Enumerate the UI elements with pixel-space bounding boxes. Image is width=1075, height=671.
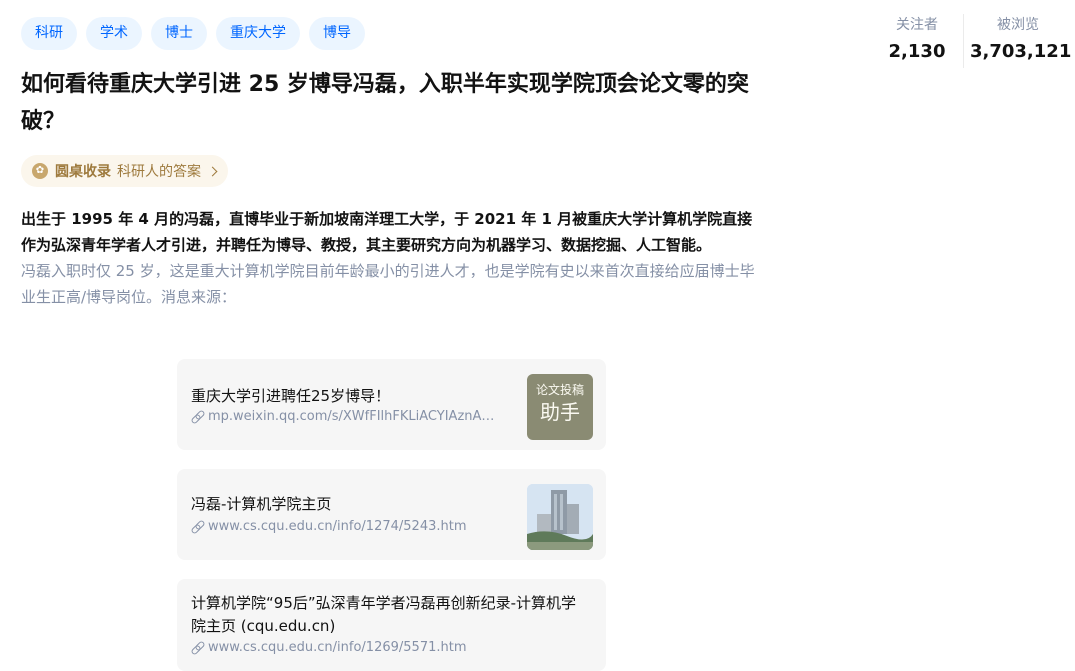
link-card-url: www.cs.cqu.edu.cn/info/1269/5571.htm bbox=[191, 640, 467, 655]
link-card-url: www.cs.cqu.edu.cn/info/1274/5243.htm bbox=[191, 519, 467, 534]
followers-stat[interactable]: 关注者 2,130 bbox=[871, 14, 963, 68]
collection-title: 圆桌收录 bbox=[55, 164, 111, 180]
detail-grey-paragraph: 冯磊入职时仅 25 岁，这是重大计算机学院目前年龄最小的引进人才，也是学院有史以… bbox=[21, 262, 755, 306]
collection-subtitle: 科研人的答案 bbox=[117, 164, 201, 180]
views-label: 被浏览 bbox=[997, 17, 1039, 33]
topic-tag[interactable]: 博导 bbox=[309, 17, 365, 50]
topic-tag[interactable]: 学术 bbox=[86, 17, 142, 50]
question-stats: 关注者 2,130 被浏览 3,703,121 bbox=[871, 14, 1072, 68]
link-card[interactable]: 重庆大学引进聘任25岁博导！ mp.weixin.qq.com/s/XWfFIl… bbox=[177, 359, 606, 450]
link-card-title: 重庆大学引进聘任25岁博导！ bbox=[191, 387, 391, 405]
roundtable-icon: ✿ bbox=[32, 163, 48, 179]
link-card-url: mp.weixin.qq.com/s/XWfFIlhFKLiACYIAznA… bbox=[191, 409, 507, 424]
views-stat: 被浏览 3,703,121 bbox=[970, 14, 1072, 68]
detail-bold-paragraph: 出生于 1995 年 4 月的冯磊，直博毕业于新加坡南洋理工大学，于 2021 … bbox=[21, 210, 753, 254]
topic-tag[interactable]: 重庆大学 bbox=[216, 17, 300, 50]
link-card[interactable]: 计算机学院“95后”弘深青年学者冯磊再创新纪录-计算机学院主页 (cqu.edu… bbox=[177, 579, 606, 671]
topic-tag[interactable]: 科研 bbox=[21, 17, 77, 50]
thumbnail-text: 论文投稿 bbox=[535, 383, 584, 397]
link-card-thumbnail bbox=[527, 484, 593, 550]
roundtable-collection-link[interactable]: ✿ 圆桌收录 科研人的答案 bbox=[21, 155, 228, 187]
followers-label: 关注者 bbox=[896, 17, 938, 33]
question-detail: 出生于 1995 年 4 月的冯磊，直博毕业于新加坡南洋理工大学，于 2021 … bbox=[21, 206, 766, 310]
building-image bbox=[527, 484, 593, 550]
chevron-right-icon bbox=[207, 166, 218, 176]
link-url-text: mp.weixin.qq.com/s/XWfFIlhFKLiACYIAznA… bbox=[208, 409, 495, 424]
question-title: 如何看待重庆大学引进 25 岁博导冯磊，入职半年实现学院顶会论文零的突破？ bbox=[21, 72, 749, 134]
thumbnail-text: 助手 bbox=[540, 400, 580, 424]
topic-tags: 科研 学术 博士 重庆大学 博导 bbox=[21, 17, 365, 50]
link-url-text: www.cs.cqu.edu.cn/info/1269/5571.htm bbox=[208, 640, 467, 655]
link-icon bbox=[191, 520, 204, 533]
link-card-title: 冯磊-计算机学院主页 bbox=[191, 495, 332, 513]
link-card-title: 计算机学院“95后”弘深青年学者冯磊再创新纪录-计算机学院主页 (cqu.edu… bbox=[191, 594, 577, 635]
link-icon bbox=[191, 641, 204, 654]
followers-count: 2,130 bbox=[888, 41, 946, 62]
link-url-text: www.cs.cqu.edu.cn/info/1274/5243.htm bbox=[208, 519, 467, 534]
topic-tag[interactable]: 博士 bbox=[151, 17, 207, 50]
views-count: 3,703,121 bbox=[970, 41, 1072, 62]
link-icon bbox=[191, 410, 204, 423]
link-card[interactable]: 冯磊-计算机学院主页 www.cs.cqu.edu.cn/info/1274/5… bbox=[177, 469, 606, 560]
link-card-thumbnail: 论文投稿 助手 bbox=[527, 374, 593, 440]
stats-divider bbox=[963, 14, 964, 68]
